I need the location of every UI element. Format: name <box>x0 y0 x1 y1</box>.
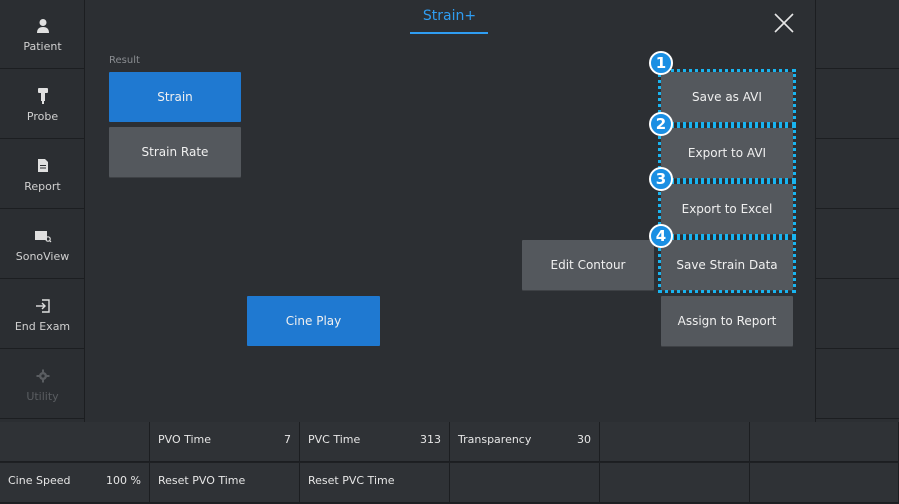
cine-play-button[interactable]: Cine Play <box>247 296 380 346</box>
pvo-time-control[interactable]: PVO Time 7 <box>150 422 300 462</box>
pvc-time-value: 313 <box>420 433 441 446</box>
bottom-empty-cell <box>0 422 150 462</box>
close-icon[interactable] <box>772 11 796 35</box>
sidebar-item-sonoview[interactable]: SonoView <box>0 210 85 279</box>
sidebar-item-label: Utility <box>26 389 59 403</box>
probe-icon <box>33 86 53 106</box>
right-strip-cell <box>816 350 899 419</box>
assign-to-report-button[interactable]: Assign to Report <box>661 296 793 346</box>
callout-badge-4: 4 <box>649 224 673 248</box>
reset-pvc-time-label: Reset PVC Time <box>308 474 395 487</box>
report-icon <box>33 156 53 176</box>
edit-contour-button[interactable]: Edit Contour <box>522 240 654 290</box>
sidebar-item-label: End Exam <box>14 319 71 333</box>
right-strip-cell <box>816 210 899 279</box>
right-strip <box>815 0 899 422</box>
cine-speed-control[interactable]: Cine Speed 100 % <box>0 463 150 503</box>
reset-pvo-time-label: Reset PVO Time <box>158 474 246 487</box>
right-strip-cell <box>816 70 899 139</box>
callout-badge-1: 1 <box>649 51 673 75</box>
highlight-box-2 <box>658 125 796 181</box>
end-exam-icon <box>33 296 53 316</box>
transparency-control[interactable]: Transparency 30 <box>450 422 600 462</box>
callout-badge-3: 3 <box>649 167 673 191</box>
pvc-time-label: PVC Time <box>308 433 361 446</box>
pvc-time-control[interactable]: PVC Time 313 <box>300 422 450 462</box>
callout-badge-2: 2 <box>649 112 673 136</box>
reset-pvo-time-button[interactable]: Reset PVO Time <box>150 463 300 503</box>
bottom-empty-cell <box>600 422 750 462</box>
left-sidebar: Patient Probe Report SonoView End Exam U… <box>0 0 85 422</box>
strain-rate-button[interactable]: Strain Rate <box>109 127 241 177</box>
sidebar-item-label: SonoView <box>15 249 70 263</box>
sonoview-icon <box>33 226 53 246</box>
reset-pvc-time-button[interactable]: Reset PVC Time <box>300 463 450 503</box>
sidebar-item-utility: Utility <box>0 350 85 419</box>
page-title: Strain+ <box>422 8 477 24</box>
result-label: Result <box>109 55 140 66</box>
sidebar-item-label: Report <box>24 179 61 193</box>
highlight-box-3 <box>658 181 796 237</box>
transparency-value: 30 <box>577 433 591 446</box>
pvo-time-value: 7 <box>284 433 291 446</box>
bottom-empty-cell <box>600 463 750 503</box>
main-panel: Strain+ Result Strain Strain Rate Cine P… <box>86 0 815 422</box>
transparency-label: Transparency <box>458 433 532 446</box>
sidebar-item-end-exam[interactable]: End Exam <box>0 280 85 349</box>
highlight-box-1 <box>658 69 796 125</box>
right-strip-cell <box>816 0 899 69</box>
bottom-empty-cell <box>750 463 899 503</box>
person-icon <box>33 16 53 36</box>
pvo-time-label: PVO Time <box>158 433 212 446</box>
bottom-empty-cell <box>750 422 899 462</box>
strain-button[interactable]: Strain <box>109 72 241 122</box>
bottom-bar: PVO Time 7 PVC Time 313 Transparency 30 … <box>0 422 899 504</box>
title-underline <box>410 32 488 34</box>
sidebar-item-label: Probe <box>26 109 59 123</box>
cine-speed-value: 100 % <box>106 474 141 487</box>
right-strip-cell <box>816 280 899 349</box>
gear-icon <box>33 366 53 386</box>
right-strip-cell <box>816 140 899 209</box>
bottom-empty-cell <box>450 463 600 503</box>
sidebar-item-probe[interactable]: Probe <box>0 70 85 139</box>
highlight-box-4 <box>658 237 796 293</box>
sidebar-item-report[interactable]: Report <box>0 140 85 209</box>
sidebar-item-patient[interactable]: Patient <box>0 0 85 69</box>
cine-speed-label: Cine Speed <box>8 474 71 487</box>
sidebar-item-label: Patient <box>23 39 62 53</box>
